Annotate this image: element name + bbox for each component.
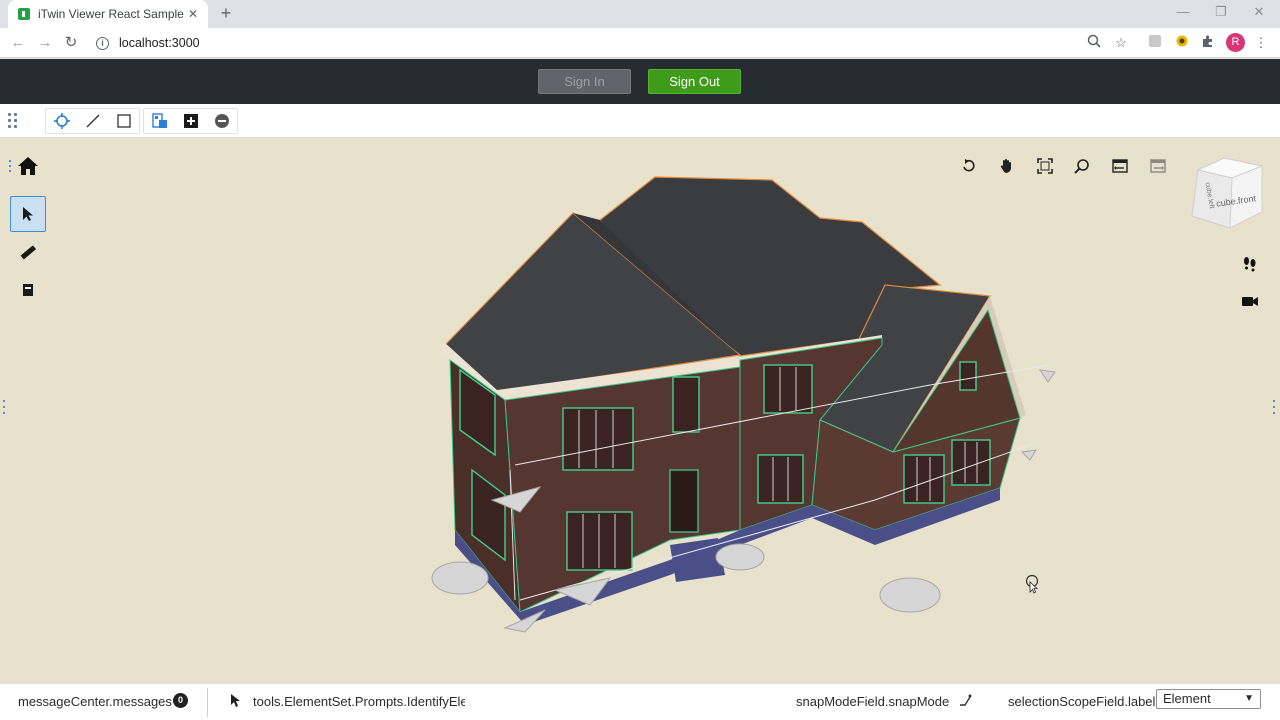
snap-mode-icon[interactable] (958, 693, 972, 710)
add-button[interactable] (175, 109, 206, 133)
extension-b-icon[interactable] (1173, 34, 1191, 52)
camera-icon (1242, 297, 1258, 306)
next-view-icon (1150, 159, 1166, 173)
next-view-button[interactable] (1146, 154, 1170, 178)
zoom-window-icon (1074, 159, 1089, 174)
walk-icon (1244, 257, 1256, 272)
zoom-window-button[interactable] (1070, 154, 1094, 178)
right-panel-handle[interactable] (1272, 400, 1276, 420)
line-icon (86, 114, 99, 128)
pan-button[interactable] (995, 154, 1019, 178)
message-count-badge: 0 (173, 693, 188, 708)
home-icon (18, 157, 38, 175)
fit-view-button[interactable] (1033, 154, 1057, 178)
remove-icon (214, 114, 229, 128)
left-panel-handle[interactable] (2, 400, 6, 420)
url-input[interactable]: i localhost:3000 (90, 31, 1140, 55)
browser-tab[interactable]: iTwin Viewer React Sample ✕ (8, 0, 208, 28)
box-select-button[interactable] (108, 109, 139, 133)
add-icon (183, 114, 198, 128)
view-cube[interactable]: cube.front cube.left (1190, 156, 1266, 230)
forward-arrow-icon[interactable]: → (36, 34, 54, 52)
status-bar: messageCenter.messages 0 tools.ElementSe… (0, 683, 1280, 720)
grip-icon[interactable] (8, 113, 20, 129)
reload-icon[interactable]: ↻ (62, 34, 80, 52)
selection-scope-value: Element (1163, 691, 1211, 706)
selection-scope-select[interactable]: Element ▼ (1156, 689, 1261, 709)
walk-button[interactable] (1238, 252, 1262, 276)
previous-view-icon (1112, 159, 1128, 173)
rotate-button[interactable] (957, 154, 981, 178)
rotate-icon (963, 159, 975, 172)
tab-close-icon[interactable]: ✕ (188, 7, 198, 21)
bookmark-star-icon[interactable]: ☆ (1112, 34, 1130, 52)
measure-tools-button[interactable] (10, 234, 46, 270)
extension-a-icon[interactable] (1146, 34, 1164, 52)
browser-menu-icon[interactable]: ⋮ (1252, 34, 1270, 52)
section-tools-button[interactable] (10, 272, 46, 308)
new-tab-button[interactable]: + (216, 3, 236, 23)
minimize-button[interactable]: — (1170, 4, 1196, 19)
back-arrow-icon[interactable]: ← (9, 34, 27, 52)
status-divider (207, 688, 208, 717)
message-center-button[interactable]: messageCenter.messages (18, 694, 172, 709)
prompt-pointer-icon (230, 693, 242, 711)
select-tool-icon (53, 113, 70, 129)
select-tool-button[interactable] (46, 109, 77, 133)
remove-button[interactable] (206, 109, 237, 133)
section-icon (23, 284, 33, 296)
home-button[interactable] (16, 154, 40, 178)
left-panel-handle-top[interactable] (8, 160, 12, 180)
tab-title: iTwin Viewer React Sample (38, 7, 184, 21)
main-toolbar (0, 104, 1280, 138)
extensions-puzzle-icon[interactable] (1199, 34, 1217, 52)
site-info-icon[interactable]: i (96, 36, 109, 50)
isolate-button[interactable] (144, 109, 175, 133)
app-header: Sign In Sign Out (0, 59, 1280, 104)
itwin-favicon-icon (18, 8, 30, 20)
url-text: localhost:3000 (119, 36, 200, 50)
rectangle-icon (116, 114, 131, 128)
isolate-icon (151, 113, 167, 128)
pan-icon (1000, 159, 1011, 174)
window-close-button[interactable]: ✕ (1246, 4, 1272, 20)
snap-mode-field[interactable]: snapModeField.snapMode (796, 694, 949, 709)
selection-scope-label: selectionScopeField.label: (1008, 694, 1160, 709)
sign-in-button[interactable]: Sign In (538, 69, 631, 94)
tool-prompt-text: tools.ElementSet.Prompts.IdentifyEler (253, 694, 465, 709)
3d-viewport[interactable]: cube.front cube.left (0, 138, 1280, 683)
browser-tabstrip: iTwin Viewer React Sample ✕ + — ❐ ✕ (0, 0, 1280, 28)
select-arrow-icon (23, 207, 33, 221)
camera-button[interactable] (1238, 289, 1262, 313)
previous-view-button[interactable] (1108, 154, 1132, 178)
line-select-button[interactable] (77, 109, 108, 133)
isolate-tools-group (143, 108, 238, 134)
house-model[interactable] (0, 138, 1280, 683)
chevron-down-icon: ▼ (1244, 693, 1254, 704)
zoom-icon[interactable] (1085, 34, 1103, 52)
profile-avatar[interactable]: R (1226, 33, 1245, 52)
restore-button[interactable]: ❐ (1208, 4, 1234, 20)
fit-view-icon (1037, 158, 1053, 174)
cursor-icon (1020, 572, 1044, 596)
measure-icon (20, 245, 37, 260)
sign-out-button[interactable]: Sign Out (648, 69, 741, 94)
select-arrow-button[interactable] (10, 196, 46, 232)
selection-tools-group (45, 108, 140, 134)
